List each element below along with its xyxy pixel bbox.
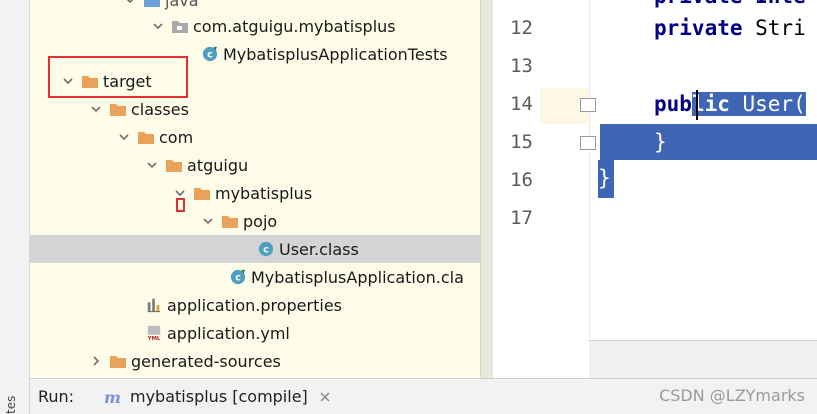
line-number: 12	[510, 17, 533, 39]
chevron-right-icon[interactable]	[88, 353, 104, 369]
tree-row-pojo[interactable]: pojo	[30, 207, 493, 235]
folder-orange-icon	[108, 100, 128, 118]
svg-text:YML: YML	[147, 336, 161, 341]
structure-tab-label[interactable]: tes	[4, 396, 18, 414]
run-label: Run:	[38, 387, 75, 406]
editor-bottom-area	[589, 340, 817, 378]
tree-row-mybatisplus[interactable]: mybatisplus	[30, 179, 493, 207]
line-number: 17	[510, 207, 533, 229]
selection-block	[600, 124, 817, 160]
code-line-11: private Inte	[654, 0, 806, 8]
tree-row-label: classes	[131, 99, 189, 119]
tree-row-label: User.class	[279, 239, 359, 259]
maven-icon: m	[104, 388, 121, 406]
line-number: 16	[510, 169, 533, 191]
svg-text:m: m	[104, 388, 121, 406]
yml-icon: YML	[144, 324, 164, 342]
line-number: 15	[510, 131, 533, 153]
tree-row-app-class[interactable]: c MybatisplusApplication.cla	[30, 263, 493, 291]
code-line-12: private Stri	[654, 16, 806, 40]
tree-row-atguigu[interactable]: atguigu	[30, 151, 493, 179]
chevron-down-icon[interactable]	[200, 213, 216, 229]
tree-row-package[interactable]: com.atguigu.mybatisplus	[30, 12, 493, 40]
folder-orange-icon	[192, 184, 212, 202]
chevron-down-icon[interactable]	[150, 18, 166, 34]
tree-row-label: java	[165, 0, 199, 10]
class-icon: c	[256, 240, 276, 258]
svg-text:c: c	[235, 273, 241, 284]
tree-row-label: mybatisplus	[215, 183, 313, 203]
tree-row-label: com.atguigu.mybatisplus	[193, 16, 396, 36]
tree-row-generated-sources[interactable]: generated-sources	[30, 347, 493, 375]
folder-orange-icon	[220, 212, 240, 230]
folder-orange-icon	[108, 352, 128, 370]
folder-orange-icon	[164, 156, 184, 174]
tree-row-label: MybatisplusApplicationTests	[223, 44, 448, 64]
line-number: 13	[510, 55, 533, 77]
folder-orange-icon	[136, 128, 156, 146]
tree-row-com[interactable]: com	[30, 123, 493, 151]
tree-row-label: MybatisplusApplication.cla	[251, 267, 464, 287]
properties-icon	[144, 296, 164, 314]
tree-row-label: pojo	[243, 211, 278, 231]
watermark: CSDN @LZYmarks	[659, 386, 805, 405]
class-run-icon: c	[228, 268, 248, 286]
structure-strip: tes	[0, 0, 30, 414]
fold-marker-icon[interactable]	[580, 98, 596, 112]
close-icon[interactable]	[318, 390, 332, 404]
fold-marker-icon[interactable]	[580, 136, 596, 150]
code-line-14: public User(	[654, 92, 806, 116]
tree-row-user-class[interactable]: c User.class	[30, 235, 493, 263]
chevron-down-icon[interactable]	[122, 0, 138, 8]
run-tab-mybatisplus[interactable]: m mybatisplus [compile]	[102, 379, 342, 414]
tree-row-label: atguigu	[187, 155, 249, 175]
svg-text:c: c	[263, 245, 269, 256]
highlight-box-marker	[176, 198, 185, 212]
folder-blue-icon	[142, 0, 162, 9]
class-icon: c	[200, 45, 220, 63]
tree-row-properties[interactable]: application.properties	[30, 291, 493, 319]
code-editor[interactable]: private Inte private Stri public User( }…	[589, 0, 817, 340]
tree-row-classes[interactable]: classes	[30, 95, 493, 123]
editor-gutter: 12 13 14 15 16 17	[493, 0, 589, 340]
tree-row-yml[interactable]: YML application.yml	[30, 319, 493, 347]
package-icon	[170, 17, 190, 35]
tree-row-label: generated-sources	[131, 351, 281, 371]
tree-row-label: application.properties	[167, 295, 342, 315]
chevron-down-icon[interactable]	[88, 101, 104, 117]
code-line-16: }	[598, 166, 611, 190]
tree-row-label: com	[159, 127, 194, 147]
code-line-15: }	[654, 130, 667, 154]
text-caret	[696, 90, 698, 120]
chevron-down-icon[interactable]	[144, 157, 160, 173]
tree-scrollbar[interactable]	[480, 0, 493, 378]
line-number: 14	[510, 93, 533, 115]
run-tab-label: mybatisplus [compile]	[130, 387, 308, 406]
tree-row-label: application.yml	[167, 323, 290, 343]
chevron-down-icon[interactable]	[116, 129, 132, 145]
highlight-box-target	[48, 56, 188, 98]
svg-text:c: c	[207, 50, 213, 61]
